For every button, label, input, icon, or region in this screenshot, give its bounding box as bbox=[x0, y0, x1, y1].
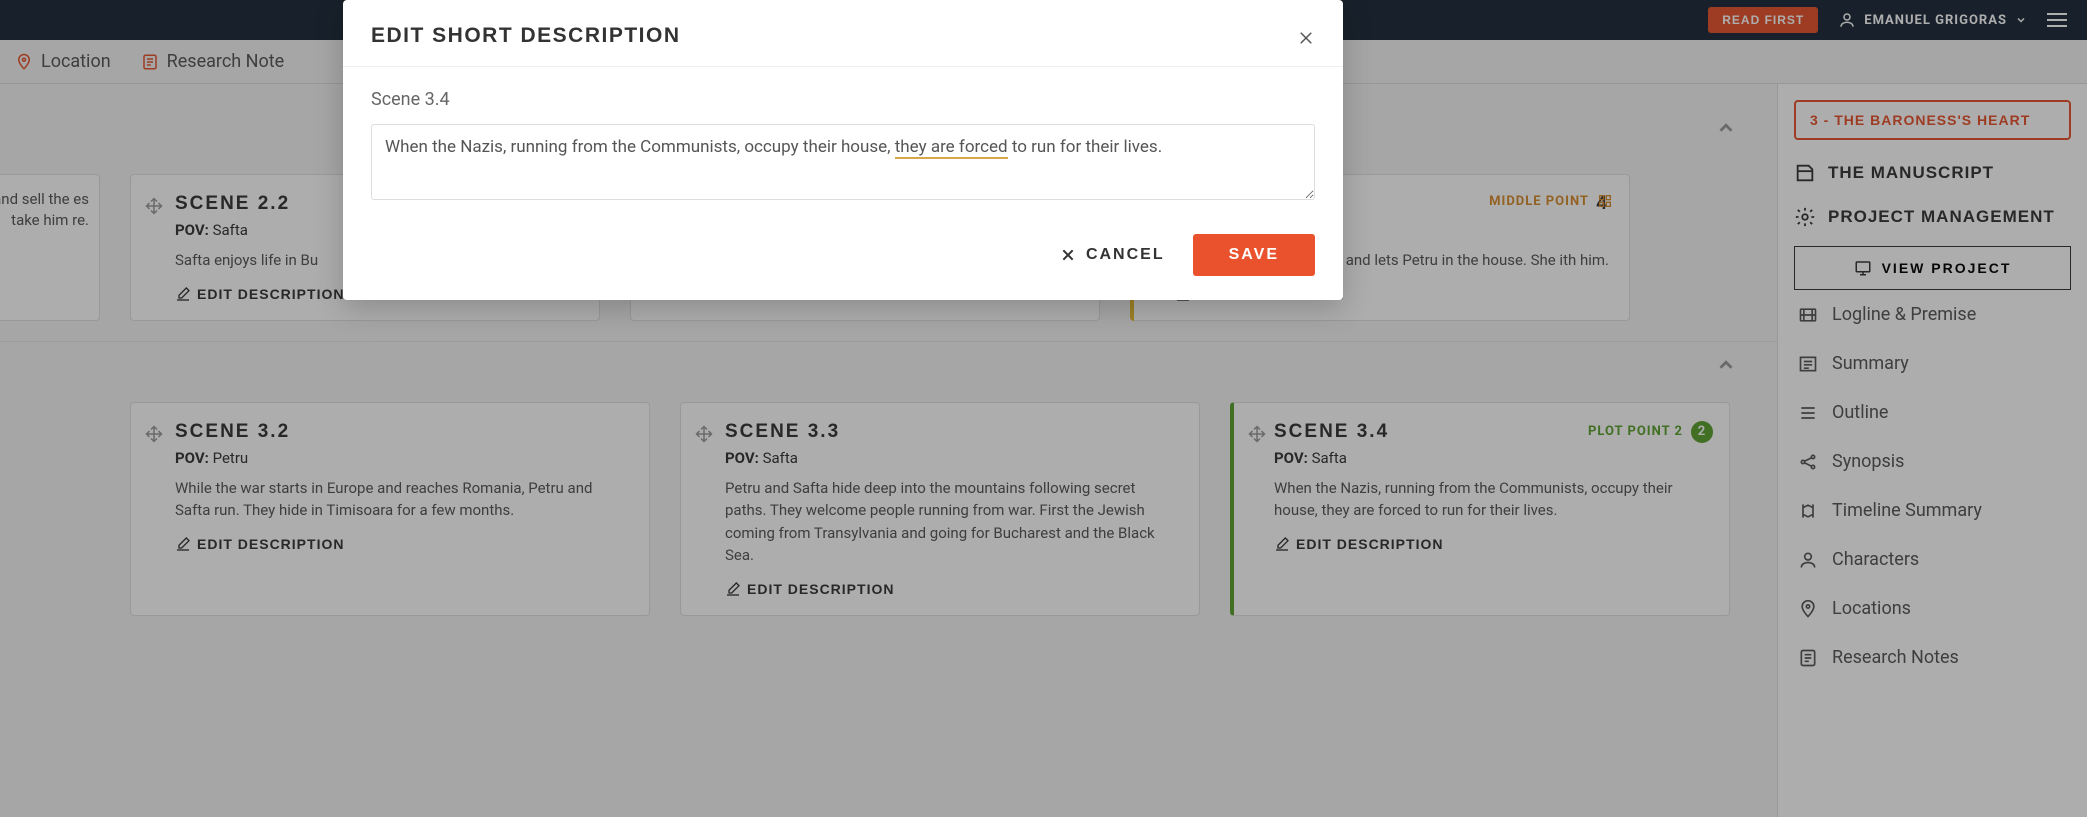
close-button[interactable] bbox=[1297, 24, 1315, 48]
description-textarea[interactable] bbox=[371, 124, 1315, 200]
edit-description-modal: EDIT SHORT DESCRIPTION Scene 3.4 When th… bbox=[343, 0, 1343, 300]
close-icon bbox=[1060, 247, 1076, 263]
cancel-label: CANCEL bbox=[1086, 246, 1165, 264]
save-button[interactable]: SAVE bbox=[1193, 234, 1315, 276]
cancel-button[interactable]: CANCEL bbox=[1060, 246, 1165, 264]
close-icon bbox=[1297, 29, 1315, 47]
modal-scene-label: Scene 3.4 bbox=[371, 89, 1315, 110]
modal-title: EDIT SHORT DESCRIPTION bbox=[371, 24, 681, 48]
